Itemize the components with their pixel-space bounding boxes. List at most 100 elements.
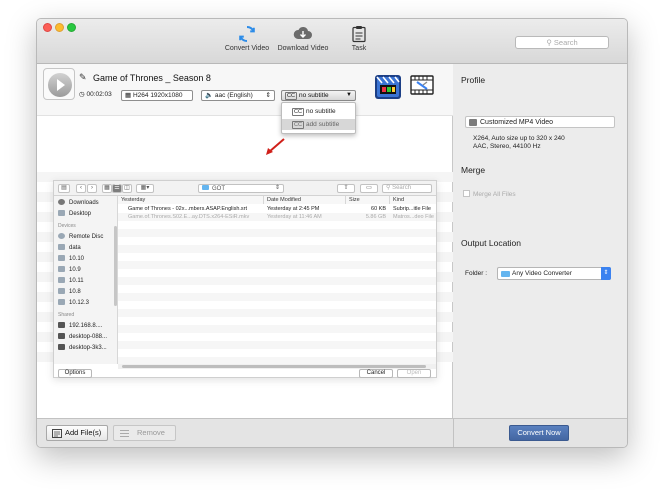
sidebar-item-desktop[interactable]: Desktop [58,210,91,217]
sidebar-item-data[interactable]: data [58,244,81,251]
profile-select[interactable]: Customized MP4 Video [465,116,615,128]
sidebar-item-10-9[interactable]: 10.9 [58,266,81,273]
subtitle-option-none[interactable]: CC no subtitle [282,106,355,117]
empty-row [118,229,436,237]
checkbox-icon [463,190,470,197]
output-folder-select[interactable]: Any Video Converter ⇕ [497,267,611,280]
table-row[interactable]: Game of Thrones - 02x...mbers.ASAP.Engli… [118,205,436,213]
preview-play-button[interactable] [43,68,75,100]
file-item[interactable]: ✎ Game of Thrones _ Season 8 ◷ 00:02:03 … [37,64,453,116]
table-row[interactable]: Game.of.Thrones.S02.E...ay.DTS.x264-ESiR… [118,213,436,221]
toolbar: Convert Video Download Video Task ⚲ Sear… [37,19,627,64]
sidebar-item-10-12-3[interactable]: 10.12.3 [58,299,89,306]
add-files-button[interactable]: Add File(s) [46,425,108,441]
folder-icon [202,185,209,190]
arrange-button[interactable]: ▦▾ [136,184,154,193]
sidebar-item-10-10[interactable]: 10.10 [58,255,84,262]
column-header-name[interactable]: Yesterday [118,196,264,204]
sidebar-item-10-11[interactable]: 10.11 [58,277,84,284]
open-button[interactable]: Open [397,369,431,378]
stepper-icon: ⇕ [265,92,271,99]
app-window: Convert Video Download Video Task ⚲ Sear… [36,18,628,448]
search-placeholder: Search [553,38,578,47]
stepper-icon: ⇕ [274,185,280,191]
clip-trim-icon[interactable] [409,72,435,98]
video-stream-value: H264 1920x1080 [132,92,183,99]
options-button[interactable]: Options [58,369,92,378]
merge-all-checkbox[interactable]: Merge All Files [463,190,516,198]
sidebar-item-label: 10.12.3 [69,300,90,306]
file-name: Game.of.Thrones.S02.E...ay.DTS.x264-ESiR… [128,214,250,220]
add-files-label: Add File(s) [65,428,102,437]
file-size: 5.86 GB [365,214,386,220]
sidebar-item-10-8[interactable]: 10.8 [58,288,81,295]
subtitle-select[interactable]: CC no subtitle ▼ [281,90,356,101]
scrollbar-thumb[interactable] [122,365,426,368]
remove-button[interactable]: Remove [113,425,176,441]
dialog-search-input[interactable]: ⚲ Search [382,184,432,193]
forward-button[interactable]: › [87,184,97,193]
open-file-dialog: ▤ ‹ › ▦ ☰ ◫ ▦▾ GOT ⇕ ⇧ ▭ ⚲ Search Downlo… [53,180,437,378]
back-button[interactable]: ‹ [76,184,86,193]
file-kind: Subrip...itle File [393,206,431,212]
sidebar-scrollbar[interactable] [114,226,117,306]
list-view-button[interactable]: ☰ [112,184,122,193]
file-title: Game of Thrones _ Season 8 [93,73,211,83]
share-button[interactable]: ⇧ [337,184,355,193]
folder-icon [501,271,510,277]
merge-heading: Merge [461,165,486,175]
stepper-icon: ⇕ [601,267,611,280]
convert-video-button[interactable]: Convert Video [224,25,270,52]
profile-heading: Profile [461,75,486,85]
drive-icon [58,255,65,261]
dialog-footer: Options Cancel Open [54,369,436,378]
sidebar-item-label: 10.10 [69,256,85,262]
subtitle-dropdown-menu: CC no subtitle CC add subtitle [281,102,356,134]
clipboard-icon [352,26,366,43]
close-window-button[interactable] [43,23,52,32]
video-stream-select[interactable]: ▦ H264 1920x1080 [121,90,193,101]
sidebar-item-label: desktop-088... [69,334,108,340]
download-video-button[interactable]: Download Video [277,25,329,52]
file-list-area: ✎ Game of Thrones _ Season 8 ◷ 00:02:03 … [37,64,453,418]
cancel-button[interactable]: Cancel [359,369,393,378]
sidebar-toggle-button[interactable]: ▤ [58,184,70,193]
convert-now-button[interactable]: Convert Now [509,425,569,441]
sidebar-item-shared-3[interactable]: desktop-3k3... [58,344,107,351]
duration-value: 00:02:03 [86,91,112,98]
dialog-search-placeholder: Search [392,185,412,191]
empty-row [118,293,436,301]
download-icon [58,199,65,205]
search-input[interactable]: ⚲ Search [515,36,609,49]
output-folder-value: Any Video Converter [512,270,572,277]
merge-all-label: Merge All Files [473,191,516,198]
cc-icon: CC [285,92,297,100]
zoom-window-button[interactable] [67,23,76,32]
search-icon: ⚲ [386,185,391,191]
sidebar-item-downloads[interactable]: Downloads [58,199,99,206]
sidebar-item-shared-1[interactable]: 192.168.8.... [58,322,102,329]
sidebar-item-label: desktop-3k3... [69,345,107,351]
folder-path-select[interactable]: GOT ⇕ [198,184,284,193]
audio-stream-select[interactable]: 🔈 aac (English) ⇕ [201,90,275,101]
task-button[interactable]: Task [345,25,373,52]
column-header-date[interactable]: Date Modified [264,196,346,204]
subtitle-option-add[interactable]: CC add subtitle [282,119,355,130]
sidebar-item-remote-disc[interactable]: Remote Disc [58,233,103,240]
empty-row [118,357,436,364]
column-view-button[interactable]: ◫ [122,184,132,193]
drive-icon [58,244,65,250]
devices-header: Devices [58,223,76,229]
minimize-window-button[interactable] [55,23,64,32]
sidebar-item-shared-2[interactable]: desktop-088... [58,333,107,340]
icon-view-button[interactable]: ▦ [102,184,112,193]
profile-value: Customized MP4 Video [480,119,554,126]
divider [453,419,454,447]
drive-icon [58,299,65,305]
tag-button[interactable]: ▭ [360,184,378,193]
edit-title-icon[interactable]: ✎ [79,72,87,83]
column-header-size[interactable]: Size [346,196,390,204]
network-computer-icon [58,322,65,328]
video-editor-icon[interactable] [373,71,403,101]
column-header-kind[interactable]: Kind [390,196,436,204]
